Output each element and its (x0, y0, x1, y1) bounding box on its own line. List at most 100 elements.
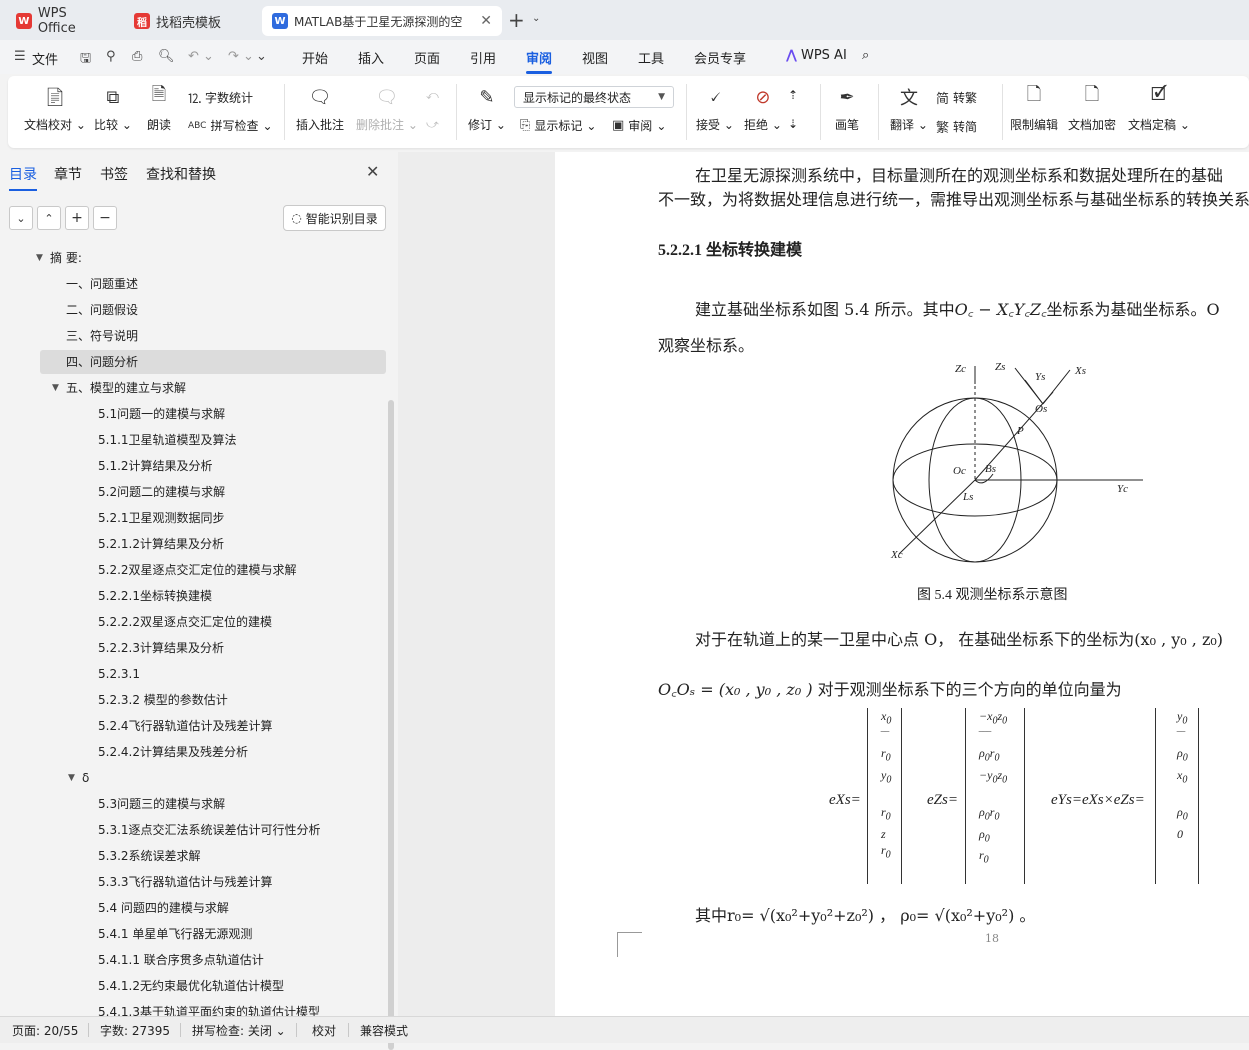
expand-chevron-up-icon[interactable]: ⌃ (37, 206, 61, 230)
tab-template[interactable]: 稻 找稻壳模板 (124, 6, 256, 36)
menu-page[interactable]: 页面 (414, 48, 440, 67)
expand-arrow-icon[interactable]: ▼ (52, 383, 59, 393)
compare-button[interactable]: ⧉ 比较 ⌄ (94, 84, 132, 133)
toc-item[interactable]: 5.2问题二的建模与求解 (98, 480, 225, 504)
word-count-indicator[interactable]: 字数: 27395 (100, 1022, 170, 1039)
toc-item[interactable]: 二、问题假设 (66, 298, 138, 322)
delete-comment-button[interactable]: 🗨︎ 删除批注 ⌄ (356, 84, 418, 133)
undo-icon[interactable]: ↶ ⌄ (188, 49, 214, 64)
menu-hamburger-icon[interactable]: ☰ (14, 49, 26, 64)
tab-toc[interactable]: 目录 (9, 164, 37, 191)
toc-item[interactable]: 5.3.3飞行器轨道估计与残差计算 (98, 870, 273, 894)
expand-arrow-icon[interactable]: ▼ (36, 253, 43, 263)
toc-item[interactable]: 5.2.2.1坐标转换建模 (98, 584, 212, 608)
smart-toc-button[interactable]: ◌ 智能识别目录 (283, 205, 386, 231)
accept-button[interactable]: 🗸 接受 ⌄ (696, 84, 734, 133)
toc-item[interactable]: 5.2.1.2计算结果及分析 (98, 532, 224, 556)
previous-change-icon[interactable]: ⇡ (788, 88, 798, 102)
toc-item[interactable]: 5.2.2.2双星逐点交汇定位的建模 (98, 610, 272, 634)
tab-chapter[interactable]: 章节 (54, 164, 82, 184)
page-indicator[interactable]: 页面: 20/55 (12, 1022, 78, 1039)
proof-indicator[interactable]: 校对 (312, 1022, 336, 1039)
toc-scrollbar[interactable] (388, 400, 394, 1050)
toc-item[interactable]: 5.1问题一的建模与求解 (98, 402, 225, 426)
next-change-icon[interactable]: ⇣ (788, 117, 798, 131)
toc-item[interactable]: 5.4 问题四的建模与求解 (98, 896, 229, 920)
add-heading-icon[interactable]: + (65, 206, 89, 230)
reject-button[interactable]: ⊘ 拒绝 ⌄ (744, 84, 782, 133)
menu-reference[interactable]: 引用 (470, 48, 496, 67)
more-quick-access-icon[interactable]: ⌄ (256, 49, 267, 64)
toc-item[interactable]: 5.3.2系统误差求解 (98, 844, 201, 868)
tab-list-chevron-icon[interactable]: ⌄ (532, 13, 540, 24)
toc-item[interactable]: 5.2.2双星逐点交汇定位的建模与求解 (98, 558, 297, 582)
toc-item[interactable]: 三、符号说明 (66, 324, 138, 348)
toc-item[interactable]: 5.1.2计算结果及分析 (98, 454, 213, 478)
link-icon[interactable]: ⚲ (106, 49, 116, 64)
doc-proof-button[interactable]: 📄︎ 文档校对 ⌄ (24, 84, 86, 133)
expand-arrow-icon[interactable]: ▼ (68, 773, 75, 783)
remove-heading-icon[interactable]: − (93, 206, 117, 230)
toc-item[interactable]: 5.4.1.3基于轨道平面约束的轨道估计模型 (98, 1000, 320, 1016)
menu-view[interactable]: 视图 (582, 48, 608, 67)
print-icon[interactable]: ⎙ (132, 49, 142, 64)
finalize-button[interactable]: 🗹 文档定稿 ⌄ (1128, 84, 1190, 133)
redo-icon[interactable]: ↷ ⌄ (228, 49, 254, 64)
menu-start[interactable]: 开始 (302, 48, 328, 67)
spell-check-button[interactable]: ABC 拼写检查 ⌄ (188, 117, 273, 134)
markup-state-select[interactable]: 显示标记的最终状态 ▼ (514, 86, 674, 108)
restrict-edit-button[interactable]: 🗋 限制编辑 (1010, 84, 1058, 133)
review-pane-button[interactable]: ▣ 审阅 ⌄ (612, 117, 666, 134)
pen-button[interactable]: ✒ 画笔 (834, 84, 860, 133)
translate-button[interactable]: 文 翻译 ⌄ (890, 84, 928, 133)
toc-item[interactable]: 5.4.1 单星单飞行器无源观测 (98, 922, 252, 946)
toc-item[interactable]: 5.3问题三的建模与求解 (98, 792, 225, 816)
toc-item[interactable]: 5.2.1卫星观测数据同步 (98, 506, 225, 530)
toc-item[interactable]: 5.4.1.1 联合序贯多点轨道估计 (98, 948, 264, 972)
next-comment-icon[interactable]: ⤻ (426, 117, 439, 132)
toc-item[interactable]: 摘 要: (50, 246, 82, 270)
word-count-button[interactable]: ⒓ 字数统计 (188, 88, 253, 107)
toc-item[interactable]: 5.2.4飞行器轨道估计及残差计算 (98, 714, 273, 738)
file-menu[interactable]: 文件 (32, 49, 58, 68)
menu-insert[interactable]: 插入 (358, 48, 384, 67)
menu-tools[interactable]: 工具 (638, 48, 664, 67)
new-tab-icon[interactable]: + (508, 8, 525, 32)
insert-comment-button[interactable]: 🗨︎ 插入批注 (296, 84, 344, 133)
menu-review[interactable]: 审阅 (526, 48, 553, 74)
read-aloud-button[interactable]: 🗎︎ 朗读 (146, 84, 172, 133)
toc-item[interactable]: 5.2.2.3计算结果及分析 (98, 636, 224, 660)
to-traditional-button[interactable]: 简 转繁 (936, 88, 977, 107)
toc-item[interactable]: 五、模型的建立与求解 (66, 376, 186, 400)
toc-item[interactable]: 四、问题分析 (40, 350, 386, 374)
toc-item[interactable]: 5.4.1.2无约束最优化轨道估计模型 (98, 974, 284, 998)
track-changes-button[interactable]: ✎ 修订 ⌄ (468, 84, 506, 133)
print-preview-icon[interactable]: 🔍︎ (158, 49, 175, 64)
close-tab-icon[interactable]: ✕ (480, 13, 492, 29)
search-icon[interactable]: ⌕ (862, 48, 869, 63)
tab-document[interactable]: W MATLAB基于卫星无源探测的空 ✕ (262, 6, 502, 36)
menu-membership[interactable]: 会员专享 (694, 48, 746, 67)
toc-item[interactable]: 一、问题重述 (66, 272, 138, 296)
tab-find-replace[interactable]: 查找和替换 (146, 164, 216, 184)
document-page[interactable]: 在卫星无源探测系统中，目标量测所在的观测坐标系和数据处理所在的基础 不一致，为将… (555, 152, 1249, 1016)
toc-item[interactable]: 5.2.3.1 (98, 662, 140, 686)
spell-check-indicator[interactable]: 拼写检查: 关闭 ⌄ (192, 1022, 286, 1039)
tab-wps-office[interactable]: W WPS Office (6, 6, 118, 36)
wps-ai-button[interactable]: ⋀ WPS AI (786, 48, 847, 63)
toc-item[interactable]: 5.3.1逐点交汇法系统误差估计可行性分析 (98, 818, 321, 842)
toc-item[interactable]: δ (82, 766, 89, 790)
close-pane-icon[interactable]: ✕ (366, 162, 379, 181)
toc-item-label: 5.2.2.3计算结果及分析 (98, 641, 224, 655)
previous-comment-icon[interactable]: ⤺ (426, 88, 439, 103)
tab-bookmark[interactable]: 书签 (100, 164, 128, 184)
toc-item-label: 5.2.2.2双星逐点交汇定位的建模 (98, 615, 272, 629)
toc-item[interactable]: 5.2.3.2 模型的参数估计 (98, 688, 228, 712)
collapse-all-chevron-icon[interactable]: ⌄ (9, 206, 33, 230)
to-simplified-button[interactable]: 繁 转简 (936, 117, 977, 136)
toc-item[interactable]: 5.2.4.2计算结果及残差分析 (98, 740, 248, 764)
encrypt-button[interactable]: 🗋 文档加密 (1068, 84, 1116, 133)
save-icon[interactable]: 🖫 (80, 49, 91, 71)
toc-item[interactable]: 5.1.1卫星轨道模型及算法 (98, 428, 237, 452)
show-markup-button[interactable]: ⎘ 显示标记 ⌄ (520, 117, 596, 134)
